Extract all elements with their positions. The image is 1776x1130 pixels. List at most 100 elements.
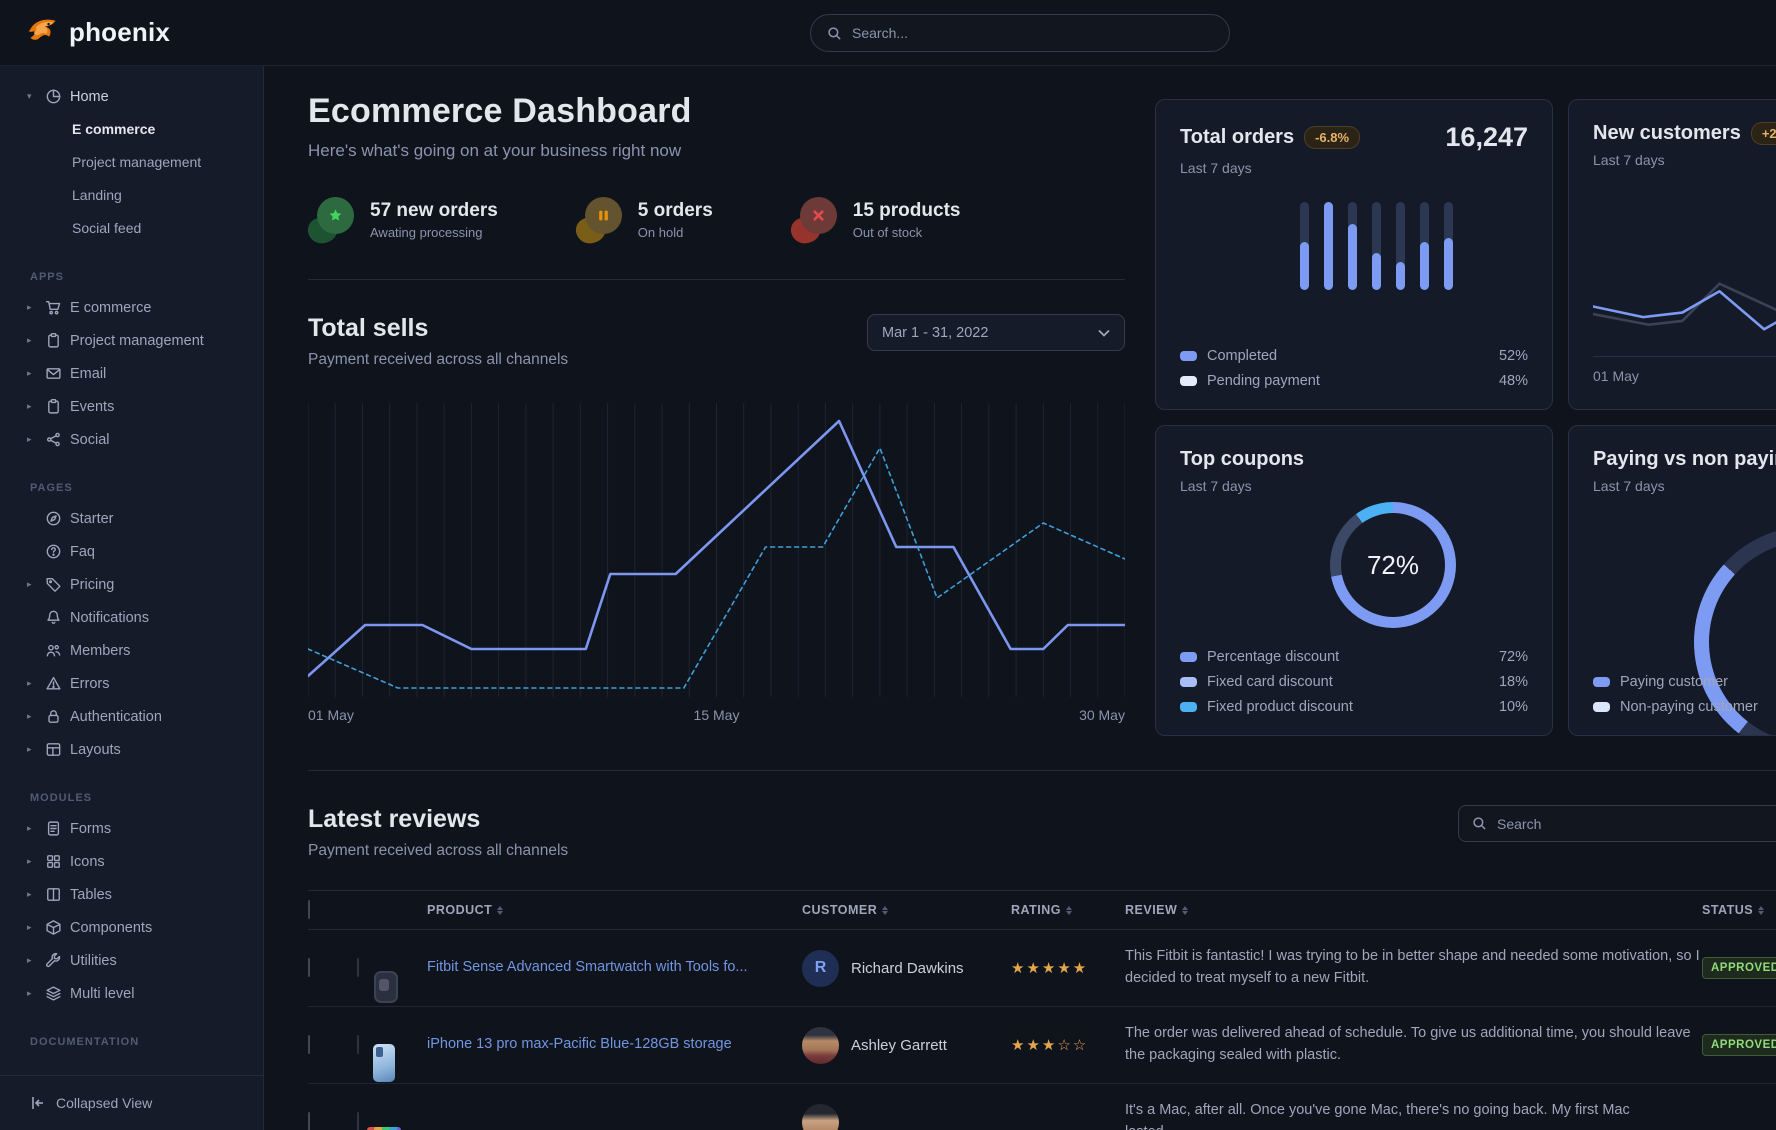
main-content: Ecommerce Dashboard Here's what's going … (264, 66, 1776, 1130)
compass-icon (45, 510, 62, 527)
column-header-rating: RATING (1011, 903, 1125, 917)
legend-item: Non-paying customer (1593, 699, 1776, 715)
product-link[interactable]: Fitbit Sense Advanced Smartwatch with To… (427, 959, 776, 975)
sidebar-item-layouts[interactable]: ▸Layouts (0, 733, 263, 766)
column-header[interactable]: CUSTOMER (802, 903, 1011, 917)
sidebar-item-starter[interactable]: Starter (0, 502, 263, 535)
sidebar-item-email[interactable]: ▸Email (0, 357, 263, 390)
column-header[interactable]: REVIEW (1125, 903, 1702, 917)
new-customers-title: New customers (1593, 122, 1741, 145)
total-sells-title: Total sells (308, 314, 568, 343)
legend-label: Non-paying customer (1620, 699, 1758, 715)
sidebar-item-e-commerce[interactable]: ▸E commerce (0, 291, 263, 324)
sidebar-item-errors[interactable]: ▸Errors (0, 667, 263, 700)
sidebar-item-label: Social (70, 432, 110, 448)
sidebar-item-label: Tables (70, 887, 112, 903)
phoenix-logo-icon (26, 18, 59, 48)
sidebar-item-pricing[interactable]: ▸Pricing (0, 568, 263, 601)
caret-right-icon: ▸ (27, 678, 37, 689)
customer-name: Ashley Garrett (851, 1037, 947, 1054)
sidebar-item-e-commerce[interactable]: E commerce (0, 113, 263, 146)
new-customers-axis (1593, 356, 1776, 357)
legend-item: Paying customer (1593, 674, 1776, 690)
warning-icon (45, 675, 62, 692)
sidebar-item-home[interactable]: ▾Home (0, 80, 263, 113)
date-range-select[interactable]: Mar 1 - 31, 2022 (867, 314, 1125, 351)
sidebar-item-faq[interactable]: Faq (0, 535, 263, 568)
page-subtitle: Here's what's going on at your business … (308, 141, 1125, 161)
column-header[interactable]: PRODUCT (427, 903, 802, 917)
box-icon (45, 919, 62, 936)
reviews-search-input[interactable] (1497, 816, 1776, 832)
stat-value: 15 products (853, 200, 961, 222)
select-all-checkbox[interactable] (308, 900, 310, 919)
total-orders-bar-chart (1300, 202, 1528, 290)
legend-label: Completed (1207, 348, 1277, 364)
row-select-cell (308, 959, 357, 977)
sidebar-item-forms[interactable]: ▸Forms (0, 812, 263, 845)
new-customers-card: New customers +26.5% Last 7 days 01 May (1568, 99, 1776, 410)
clipboard-icon (45, 398, 62, 415)
legend-label: Fixed card discount (1207, 674, 1333, 690)
global-search[interactable] (810, 14, 1230, 52)
legend-swatch (1593, 677, 1610, 687)
sidebar-item-label: Multi level (70, 986, 134, 1002)
column-header[interactable]: RATING (1011, 903, 1125, 917)
review-cell: It's a Mac, after all. Once you've gone … (1125, 1100, 1702, 1130)
sidebar-item-multi-level[interactable]: ▸Multi level (0, 977, 263, 1010)
sidebar-item-utilities[interactable]: ▸Utilities (0, 944, 263, 977)
collapse-sidebar-button[interactable]: Collapsed View (0, 1075, 263, 1130)
sidebar-item-components[interactable]: ▸Components (0, 911, 263, 944)
sidebar-item-tables[interactable]: ▸ Tables (0, 878, 263, 911)
row-checkbox[interactable] (308, 958, 310, 977)
lock-icon (45, 708, 62, 725)
sidebar-section-label: MODULES (0, 766, 263, 812)
sidebar-item-members[interactable]: Members (0, 634, 263, 667)
caret-right-icon: ▸ (27, 744, 37, 755)
column-header-product: PRODUCT (427, 903, 802, 917)
clipboard-icon (45, 332, 62, 349)
sidebar-item-authentication[interactable]: ▸Authentication (0, 700, 263, 733)
sidebar-item-social-feed[interactable]: Social feed (0, 212, 263, 245)
sidebar-item-social[interactable]: ▸Social (0, 423, 263, 456)
rating-cell: ★★★★★ (1011, 959, 1125, 978)
customer-name: Richard Dawkins (851, 960, 964, 977)
date-range-value: Mar 1 - 31, 2022 (882, 325, 988, 341)
sidebar-item-project-management[interactable]: Project management (0, 146, 263, 179)
global-search-input[interactable] (852, 25, 1213, 41)
sort-icon (497, 906, 503, 915)
caret-right-icon: ▸ (27, 823, 37, 834)
review-text: The order was delivered ahead of schedul… (1125, 1025, 1691, 1063)
caret-right-icon: ▸ (27, 335, 37, 346)
column-header-status: STATUS (1702, 903, 1776, 917)
column-header[interactable]: STATUS (1702, 903, 1776, 917)
row-checkbox[interactable] (308, 1112, 310, 1130)
paying-card: Paying vs non paying Last 7 days Paying … (1568, 425, 1776, 736)
brand[interactable]: phoenix (0, 17, 170, 48)
sidebar-item-project-management[interactable]: ▸ Project management (0, 324, 263, 357)
status-cell: APPROVED (1702, 957, 1776, 979)
product-link[interactable]: iPhone 13 pro max-Pacific Blue-128GB sto… (427, 1036, 760, 1052)
top-coupons-legend: Percentage discount72%Fixed card discoun… (1180, 640, 1528, 715)
total-sells-chart (308, 397, 1125, 697)
kpi-cards: Total orders -6.8% 16,247 Last 7 days Co… (1155, 99, 1776, 736)
row-checkbox[interactable] (308, 1035, 310, 1054)
total-orders-value: 16,247 (1445, 122, 1528, 153)
product-image (357, 958, 359, 977)
sidebar-item-label: Project management (70, 333, 204, 349)
sidebar-item-icons[interactable]: ▸Icons (0, 845, 263, 878)
legend-item: Completed52% (1180, 348, 1528, 364)
sidebar-item-label: Faq (70, 544, 95, 560)
sidebar-item-label: Components (70, 920, 152, 936)
sidebar-item-notifications[interactable]: Notifications (0, 601, 263, 634)
reviews-search[interactable] (1458, 805, 1776, 842)
stat-value: 57 new orders (370, 200, 498, 222)
sidebar-item-events[interactable]: ▸Events (0, 390, 263, 423)
order-bar (1300, 202, 1309, 290)
product-image-cell (357, 959, 427, 977)
new-customers-line-chart (1593, 270, 1776, 346)
caret-right-icon: ▸ (27, 889, 37, 900)
sidebar-item-label: E commerce (70, 300, 151, 316)
sidebar-item-landing[interactable]: Landing (0, 179, 263, 212)
order-bar (1348, 202, 1357, 290)
